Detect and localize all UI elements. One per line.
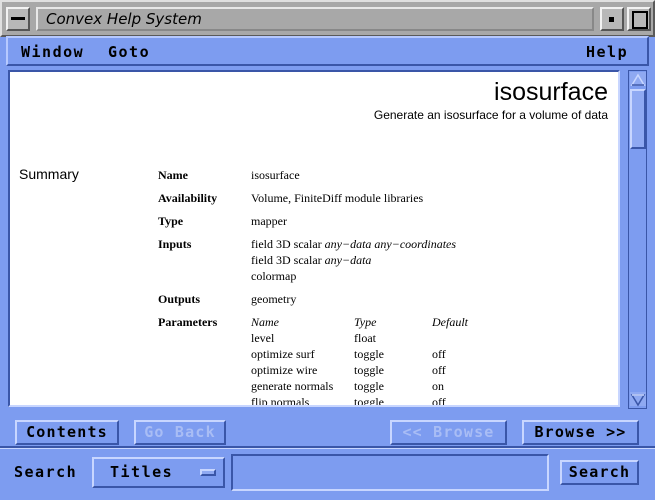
scroll-thumb[interactable]	[630, 89, 646, 149]
input-line-3: colormap	[251, 269, 297, 283]
search-mode-dropdown[interactable]: Titles	[92, 457, 225, 488]
param-default: off	[432, 395, 446, 407]
vertical-scrollbar[interactable]	[628, 70, 647, 409]
menu-window[interactable]: Window	[21, 43, 84, 61]
param-header-type: Type	[354, 315, 377, 329]
param-header-default: Default	[432, 315, 468, 329]
availability-label: Availability	[158, 191, 218, 205]
outputs-value: geometry	[251, 292, 297, 306]
help-content-pane[interactable]: isosurface Generate an isosurface for a …	[8, 70, 620, 407]
outputs-label: Outputs	[158, 292, 201, 306]
param-name: optimize surf	[251, 347, 315, 361]
param-name: level	[251, 331, 275, 345]
param-name: generate normals	[251, 379, 334, 393]
go-back-button[interactable]: Go Back	[134, 420, 226, 445]
param-default: off	[432, 347, 446, 361]
minimize-button[interactable]	[600, 7, 624, 31]
name-label: Name	[158, 168, 188, 182]
search-button[interactable]: Search	[560, 460, 639, 485]
scroll-up-arrow-icon[interactable]	[630, 72, 646, 86]
param-default: off	[432, 363, 446, 377]
availability-value: Volume, FiniteDiff module libraries	[251, 191, 424, 205]
parameters-label: Parameters	[158, 315, 218, 329]
param-default: on	[432, 379, 444, 393]
window-title[interactable]: Convex Help System	[36, 7, 594, 31]
name-value: isosurface	[251, 168, 300, 182]
page-title: isosurface	[494, 78, 608, 106]
window-menu-button[interactable]	[6, 7, 30, 31]
param-name: optimize wire	[251, 363, 318, 377]
search-input[interactable]	[231, 454, 549, 491]
type-label: Type	[158, 214, 184, 228]
menu-help[interactable]: Help	[586, 43, 628, 61]
scroll-down-arrow-icon[interactable]	[630, 392, 646, 407]
param-type: toggle	[354, 395, 384, 407]
dropdown-indicator-icon	[200, 469, 216, 476]
maximize-button[interactable]	[627, 7, 651, 31]
input-line-1: field 3D scalar any−data any−coordinates	[251, 237, 457, 251]
page-subtitle: Generate an isosurface for a volume of d…	[373, 108, 608, 122]
title-bar: Convex Help System	[0, 0, 655, 37]
input-line-2: field 3D scalar any−data	[251, 253, 372, 267]
menu-bar: Window Goto Help	[6, 36, 649, 66]
param-name: flip normals	[251, 395, 310, 407]
param-type: toggle	[354, 379, 384, 393]
search-mode-value: Titles	[110, 463, 174, 481]
search-label: Search	[14, 463, 78, 481]
param-type: toggle	[354, 363, 384, 377]
param-header-name: Name	[251, 315, 279, 329]
section-heading: Summary	[19, 166, 79, 182]
browse-next-button[interactable]: Browse >>	[522, 420, 639, 445]
contents-button[interactable]: Contents	[15, 420, 119, 445]
divider	[0, 448, 655, 449]
menu-goto[interactable]: Goto	[108, 43, 150, 61]
browse-previous-button[interactable]: << Browse	[390, 420, 507, 445]
inputs-label: Inputs	[158, 237, 192, 251]
type-value: mapper	[251, 214, 287, 228]
param-type: float	[354, 331, 376, 345]
param-type: toggle	[354, 347, 384, 361]
